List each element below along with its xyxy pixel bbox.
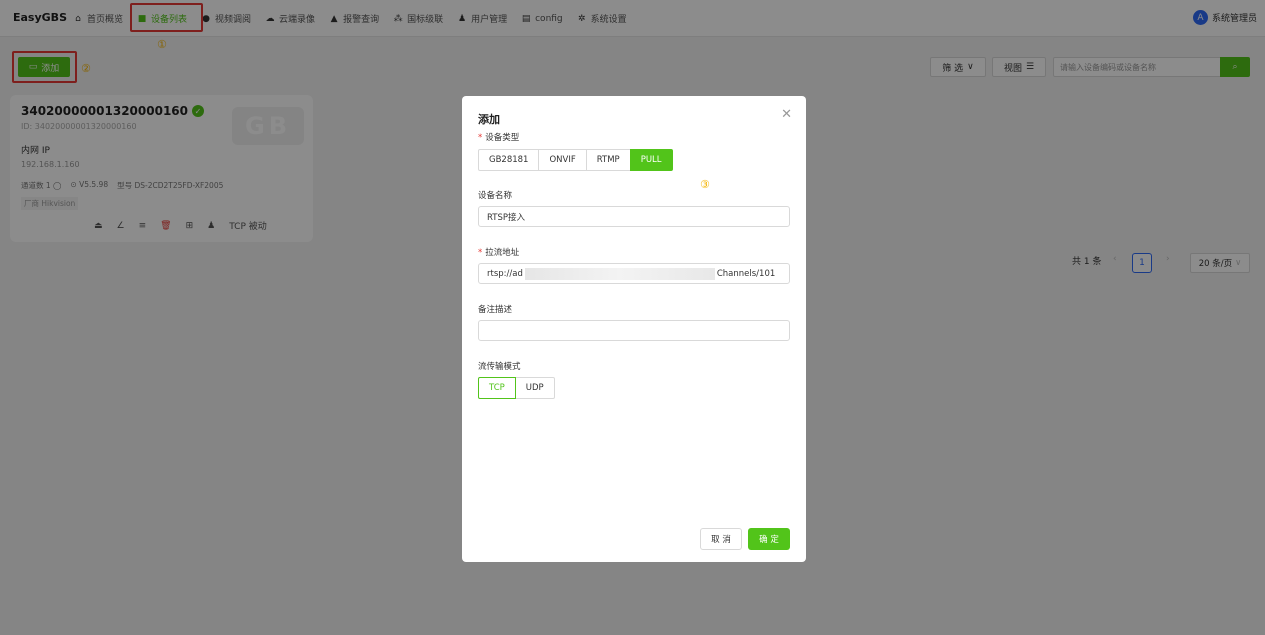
close-icon[interactable]: ✕ (781, 107, 792, 122)
transport-mode-label: 流传输模式 (478, 362, 521, 372)
callout-3: ③ (700, 178, 710, 191)
device-type-label: * 设备类型 (478, 131, 519, 143)
device-type-pull[interactable]: PULL (629, 149, 673, 171)
transport-tcp[interactable]: TCP (478, 377, 516, 399)
transport-mode-selector: TCP UDP (478, 377, 555, 399)
stream-url-prefix: rtsp://ad (487, 268, 523, 279)
device-type-label-text: 设备类型 (485, 133, 520, 143)
device-type-gb28181[interactable]: GB28181 (478, 149, 540, 171)
transport-udp[interactable]: UDP (514, 377, 555, 399)
stream-url-field[interactable]: rtsp://ad Channels/101 (478, 263, 790, 284)
required-mark: * (478, 248, 483, 258)
remark-field[interactable] (478, 320, 790, 341)
add-device-modal: 添加 ✕ * 设备类型 GB28181 ONVIF RTMP PULL ③ 设备名… (462, 96, 806, 562)
stream-url-label-text: 拉流地址 (485, 248, 520, 258)
device-name-field[interactable]: RTSP接入 (478, 206, 790, 227)
device-type-onvif[interactable]: ONVIF (538, 149, 587, 171)
cancel-button[interactable]: 取 消 (700, 528, 742, 550)
confirm-button[interactable]: 确 定 (748, 528, 790, 550)
modal-title: 添加 (478, 113, 500, 126)
device-name-label: 设备名称 (478, 191, 513, 201)
stream-url-label: * 拉流地址 (478, 246, 519, 258)
required-mark: * (478, 133, 483, 143)
device-type-rtmp[interactable]: RTMP (585, 149, 631, 171)
device-type-selector: GB28181 ONVIF RTMP PULL (478, 149, 673, 171)
stream-url-suffix: Channels/101 (716, 268, 776, 279)
remark-label: 备注描述 (478, 305, 513, 315)
redacted-region (524, 267, 715, 280)
